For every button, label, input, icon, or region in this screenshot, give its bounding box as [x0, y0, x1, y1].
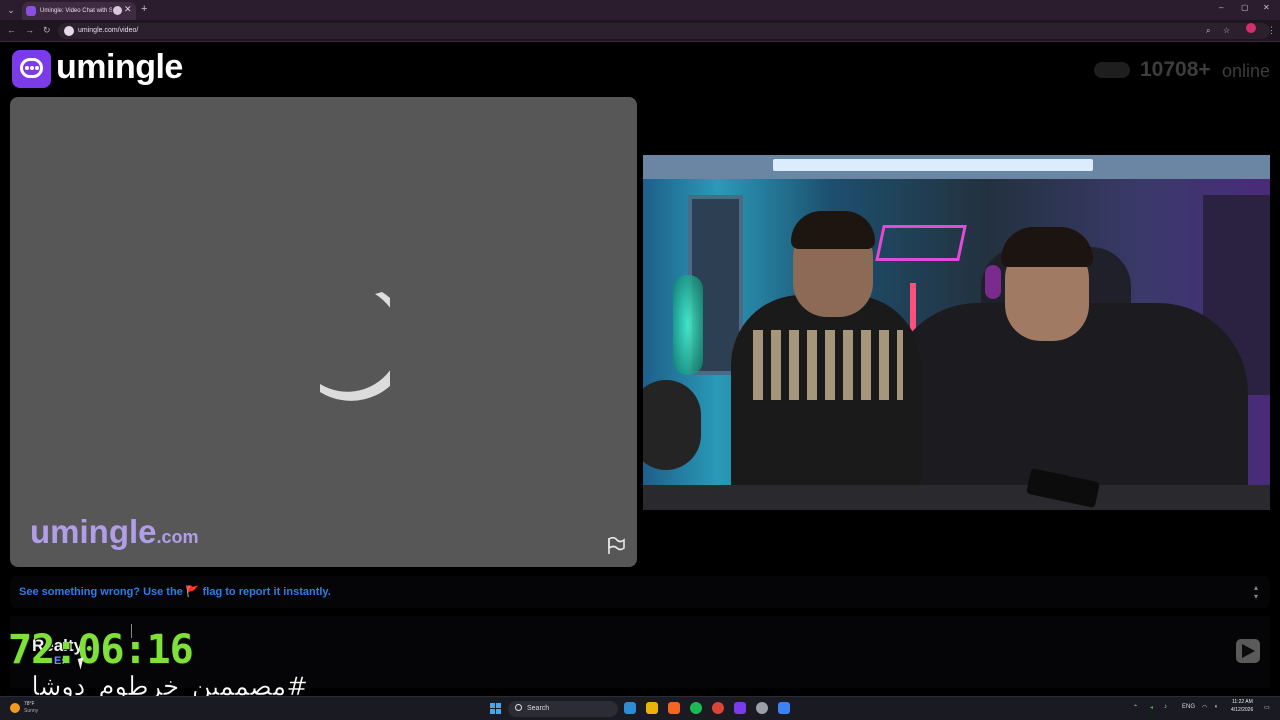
video-microphone — [643, 380, 701, 470]
taskbar-app-spotify-icon[interactable] — [690, 702, 702, 714]
tray-mic-icon[interactable]: ♪ — [1164, 704, 1167, 710]
taskbar: 78°F Sunny Search ⌃ ◂ ♪ ENG ◠ ◖ 11:22 AM… — [0, 696, 1280, 720]
theme-toggle[interactable] — [1094, 62, 1130, 78]
close-tab-icon[interactable]: ✕ — [124, 4, 132, 15]
video-ceiling-light — [773, 159, 1093, 171]
windows-start-icon[interactable] — [490, 703, 501, 714]
volume-icon[interactable]: ◖ — [1214, 704, 1218, 710]
taskbar-app-folder-icon[interactable] — [646, 702, 658, 714]
taskbar-app-office-icon[interactable] — [668, 702, 680, 714]
close-window-button[interactable]: ✕ — [1263, 3, 1270, 12]
clock-time[interactable]: 11:22 AM — [1232, 699, 1253, 706]
bookmark-star-icon[interactable]: ☆ — [1223, 26, 1230, 35]
browser-menu-icon[interactable]: ⋮ — [1267, 25, 1276, 36]
overlay-timer: 72:06:16 — [8, 627, 194, 673]
taskbar-app-chrome-icon[interactable] — [712, 702, 724, 714]
chevron-down-icon[interactable]: ⌄ — [4, 4, 18, 16]
forward-icon[interactable]: → — [25, 25, 34, 35]
send-arrow-icon — [1242, 644, 1255, 658]
video-person-left — [731, 295, 921, 510]
video-lamp — [673, 275, 703, 375]
audio-icon[interactable] — [113, 6, 122, 15]
minimize-button[interactable]: – — [1219, 3, 1223, 12]
stranger-video-panel: umingle.com — [10, 97, 637, 567]
report-text-before: See something wrong? Use the — [19, 586, 183, 598]
weather-sun-icon[interactable] — [10, 703, 20, 713]
clock-date[interactable]: 4/12/2026 — [1231, 707, 1253, 714]
url-text: umingle.com/video/ — [78, 27, 139, 34]
language-indicator[interactable]: ENG — [1182, 704, 1195, 710]
taskbar-app-edge-icon[interactable] — [624, 702, 636, 714]
flag-icon[interactable] — [606, 537, 626, 555]
video-headset — [985, 265, 1001, 299]
weather-temp: 78°F — [24, 701, 35, 707]
online-label: online — [1222, 61, 1271, 81]
video-hair-right — [1001, 227, 1093, 267]
report-notice-bar: See something wrong? Use the 🚩 flag to r… — [10, 576, 1270, 608]
video-hoodie-print — [753, 330, 903, 400]
taskbar-app-discord-icon[interactable] — [734, 702, 746, 714]
tab-title: Umingle: Video Chat with S — [40, 8, 112, 14]
umingle-logo-icon[interactable] — [12, 50, 51, 88]
zoom-icon[interactable]: ⌕ — [1206, 26, 1210, 36]
send-button[interactable] — [1236, 639, 1260, 663]
video-neon-light — [875, 225, 967, 261]
search-label: Search — [527, 705, 550, 712]
new-tab-button[interactable]: + — [141, 3, 147, 15]
tray-app-icon[interactable]: ◂ — [1150, 704, 1153, 711]
screen: ⌄ Umingle: Video Chat with S ✕ + – ▢ ✕ ←… — [0, 0, 1280, 720]
address-bar: ← → ↻ umingle.com/video/ ⌕ ☆ ⋮ — [0, 20, 1280, 42]
report-notice: See something wrong? Use the 🚩 flag to r… — [19, 585, 331, 598]
watermark-main: umingle — [30, 513, 157, 550]
taskbar-search[interactable]: Search — [508, 701, 618, 717]
browser-tab[interactable]: Umingle: Video Chat with S ✕ — [22, 2, 136, 20]
self-video-feed — [643, 155, 1270, 510]
url-field[interactable]: umingle.com/video/ ⌕ ☆ — [58, 23, 1270, 39]
notification-icon[interactable]: ▭ — [1264, 704, 1270, 711]
site-info-icon[interactable] — [64, 26, 74, 36]
taskbar-app-settings-icon[interactable] — [756, 702, 768, 714]
watermark: umingle.com — [30, 513, 199, 551]
scroll-arrows-icon[interactable]: ▴ ▾ — [1254, 583, 1258, 601]
reload-icon[interactable]: ↻ — [43, 25, 51, 36]
tray-chevron-icon[interactable]: ⌃ — [1133, 704, 1138, 711]
browser-tab-bar: ⌄ Umingle: Video Chat with S ✕ + – ▢ ✕ — [0, 0, 1280, 20]
maximize-button[interactable]: ▢ — [1241, 3, 1249, 12]
search-icon — [515, 704, 522, 711]
report-flag-icon: 🚩 — [185, 586, 200, 598]
wifi-icon[interactable]: ◠ — [1202, 704, 1207, 711]
weather-condition: Sunny — [24, 708, 39, 714]
brand-name[interactable]: umingle — [56, 48, 183, 87]
online-count: 10708+ — [1140, 58, 1211, 81]
profile-avatar[interactable] — [1246, 23, 1256, 33]
dots-icon — [25, 66, 39, 70]
back-icon[interactable]: ← — [7, 25, 16, 35]
video-hair-left — [791, 211, 875, 249]
umingle-favicon-icon — [26, 6, 36, 16]
report-text-after: flag to report it instantly. — [202, 586, 331, 598]
watermark-suffix: .com — [156, 527, 199, 547]
taskbar-app-steam-icon[interactable] — [778, 702, 790, 714]
loading-spinner-icon — [320, 292, 390, 401]
video-desk — [643, 485, 1270, 510]
